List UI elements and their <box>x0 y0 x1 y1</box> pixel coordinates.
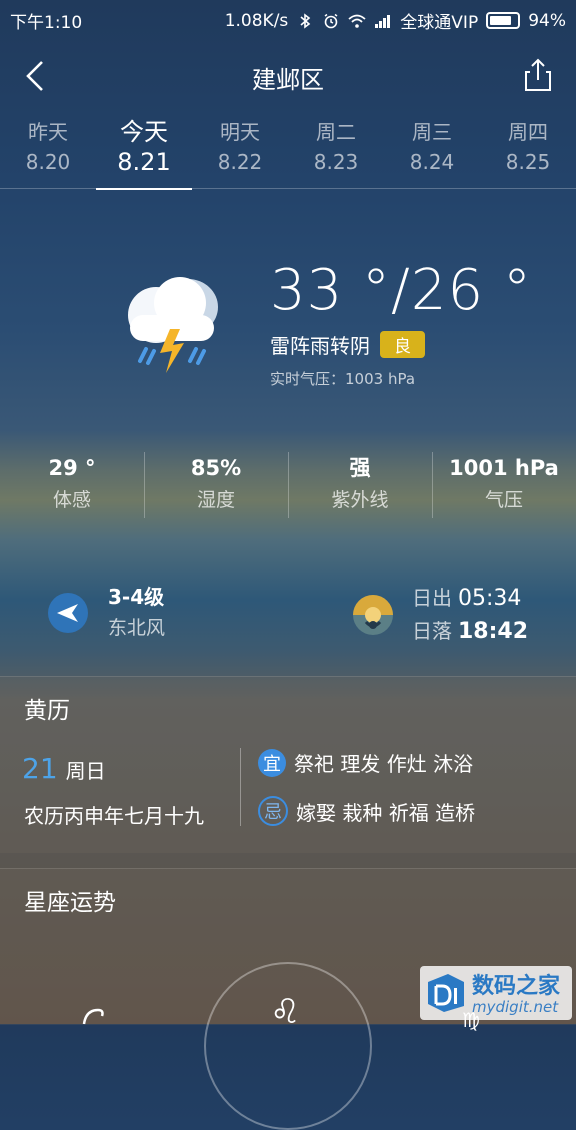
stat-label: 湿度 <box>196 489 235 511</box>
zodiac-selector[interactable] <box>204 962 372 1130</box>
sunrise-label: 日出 <box>412 586 452 610</box>
tab-day-name: 明天 <box>220 120 260 144</box>
tab-thursday[interactable]: 周四 8.25 <box>480 118 576 188</box>
alarm-icon <box>324 13 338 28</box>
page-title: 建邺区 <box>252 66 324 94</box>
tab-day-name: 周四 <box>508 120 548 144</box>
yi-items: 祭祀 理发 作灶 沐浴 <box>294 752 474 776</box>
stat-value: 85% <box>190 456 242 480</box>
bluetooth-icon <box>300 12 311 29</box>
almanac-ji-row: 忌 嫁娶 栽种 祈福 造桥 <box>258 796 475 826</box>
tab-wednesday[interactable]: 周三 8.24 <box>384 118 480 188</box>
tab-day-name: 昨天 <box>28 120 68 144</box>
sunset-time: 18:42 <box>458 619 529 644</box>
thunderstorm-icon <box>128 277 218 373</box>
tab-day-date: 8.21 <box>117 148 171 176</box>
stat-uv: 强紫外线 <box>288 452 432 518</box>
horoscope-title: 星座运势 <box>24 890 116 916</box>
stat-humidity: 85% 湿度 <box>144 452 288 518</box>
almanac-weekday: 周日 <box>65 759 106 783</box>
wind-level: 3-4级 <box>108 585 165 609</box>
ji-badge: 忌 <box>258 796 288 826</box>
stats-row: 29 ° 体感 85% 湿度 强紫外线 1001 hPa 气压 <box>0 452 576 518</box>
condition-row: 雷阵雨转阴 良 <box>270 330 425 359</box>
tab-day-name: 周三 <box>412 120 452 144</box>
status-right: 1.08K/s 全球通VIP 94% <box>224 8 566 34</box>
day-tabs: 昨天 8.20 今天 8.21 明天 8.22 周二 8.23 周三 8.24 周四 8.2… <box>0 118 576 190</box>
tab-yesterday[interactable]: 昨天 8.20 <box>0 118 96 188</box>
wind-direction: 东北风 <box>108 617 166 639</box>
tab-day-name: 周二 <box>316 120 356 144</box>
stat-label: 气压 <box>484 489 523 511</box>
wifi-icon <box>348 14 366 28</box>
sun-info: 日出 05:34 日落 18:42 <box>352 582 528 648</box>
signal-icon <box>375 14 391 28</box>
watermark-text: 数码之家 <box>472 974 561 999</box>
zodiac-prev-icon[interactable] <box>80 1006 108 1026</box>
header: 建邺区 <box>0 50 576 102</box>
tab-tomorrow[interactable]: 明天 8.22 <box>192 118 288 188</box>
sunset-row: 日落 18:42 <box>412 615 528 648</box>
status-bar: 下午1:10 1.08K/s 全球通VIP 94% <box>0 0 576 36</box>
yi-badge: 宜 <box>258 748 286 777</box>
status-time: 下午1:10 <box>10 13 83 33</box>
watermark: 数码之家 mydigit.net <box>420 966 572 1020</box>
stat-feels-like: 29 ° 体感 <box>0 452 144 518</box>
sunrise-row: 日出 05:34 <box>412 582 528 615</box>
tab-day-date: 8.22 <box>217 150 263 174</box>
watermark-url: mydigit.net <box>472 998 559 1016</box>
stat-value: 强 <box>349 456 371 480</box>
watermark-logo-icon <box>428 974 464 1012</box>
battery-percent: 94% <box>528 10 566 31</box>
tab-day-date: 8.20 <box>25 150 71 174</box>
realtime-pressure: 实时气压：1003 hPa <box>270 370 416 388</box>
tab-day-date: 8.25 <box>505 150 551 174</box>
tab-day-name: 今天 <box>120 118 168 146</box>
sunset-label: 日落 <box>412 619 452 643</box>
sunrise-time: 05:34 <box>458 586 522 611</box>
almanac-yi-row: 宜 祭祀 理发 作灶 沐浴 <box>258 748 473 777</box>
weather-condition: 雷阵雨转阴 <box>270 334 370 358</box>
almanac-title: 黄历 <box>24 698 70 724</box>
stat-label: 紫外线 <box>331 489 389 511</box>
wind-info: 3-4级 东北风 <box>48 582 165 644</box>
tabs-divider <box>0 188 576 189</box>
tab-day-date: 8.23 <box>313 150 359 174</box>
almanac-lunar-date: 农历丙申年七月十九 <box>24 804 204 828</box>
almanac-divider <box>240 748 241 826</box>
network-speed: 1.08K/s <box>224 10 289 31</box>
aqi-badge[interactable]: 良 <box>380 331 425 358</box>
wind-direction-icon <box>48 593 88 633</box>
temperature-range: 33 °/26 ° <box>270 258 532 323</box>
almanac-date: 21 周日 <box>22 752 106 785</box>
tab-day-date: 8.24 <box>409 150 455 174</box>
battery-icon <box>486 12 521 29</box>
stat-label: 体感 <box>52 489 91 511</box>
tab-today[interactable]: 今天 8.21 <box>96 118 192 190</box>
carrier-name: 全球通VIP <box>400 13 479 33</box>
share-button[interactable] <box>522 58 554 92</box>
tab-tuesday[interactable]: 周二 8.23 <box>288 118 384 188</box>
ji-items: 嫁娶 栽种 祈福 造桥 <box>296 800 476 825</box>
stat-value: 29 ° <box>48 456 96 480</box>
stat-value: 1001 hPa <box>449 456 559 480</box>
sunrise-sunset-icon <box>353 595 393 635</box>
stat-pressure: 1001 hPa 气压 <box>432 452 576 518</box>
leo-icon: ♌ <box>270 992 301 1032</box>
almanac-day-number: 21 <box>22 752 58 785</box>
